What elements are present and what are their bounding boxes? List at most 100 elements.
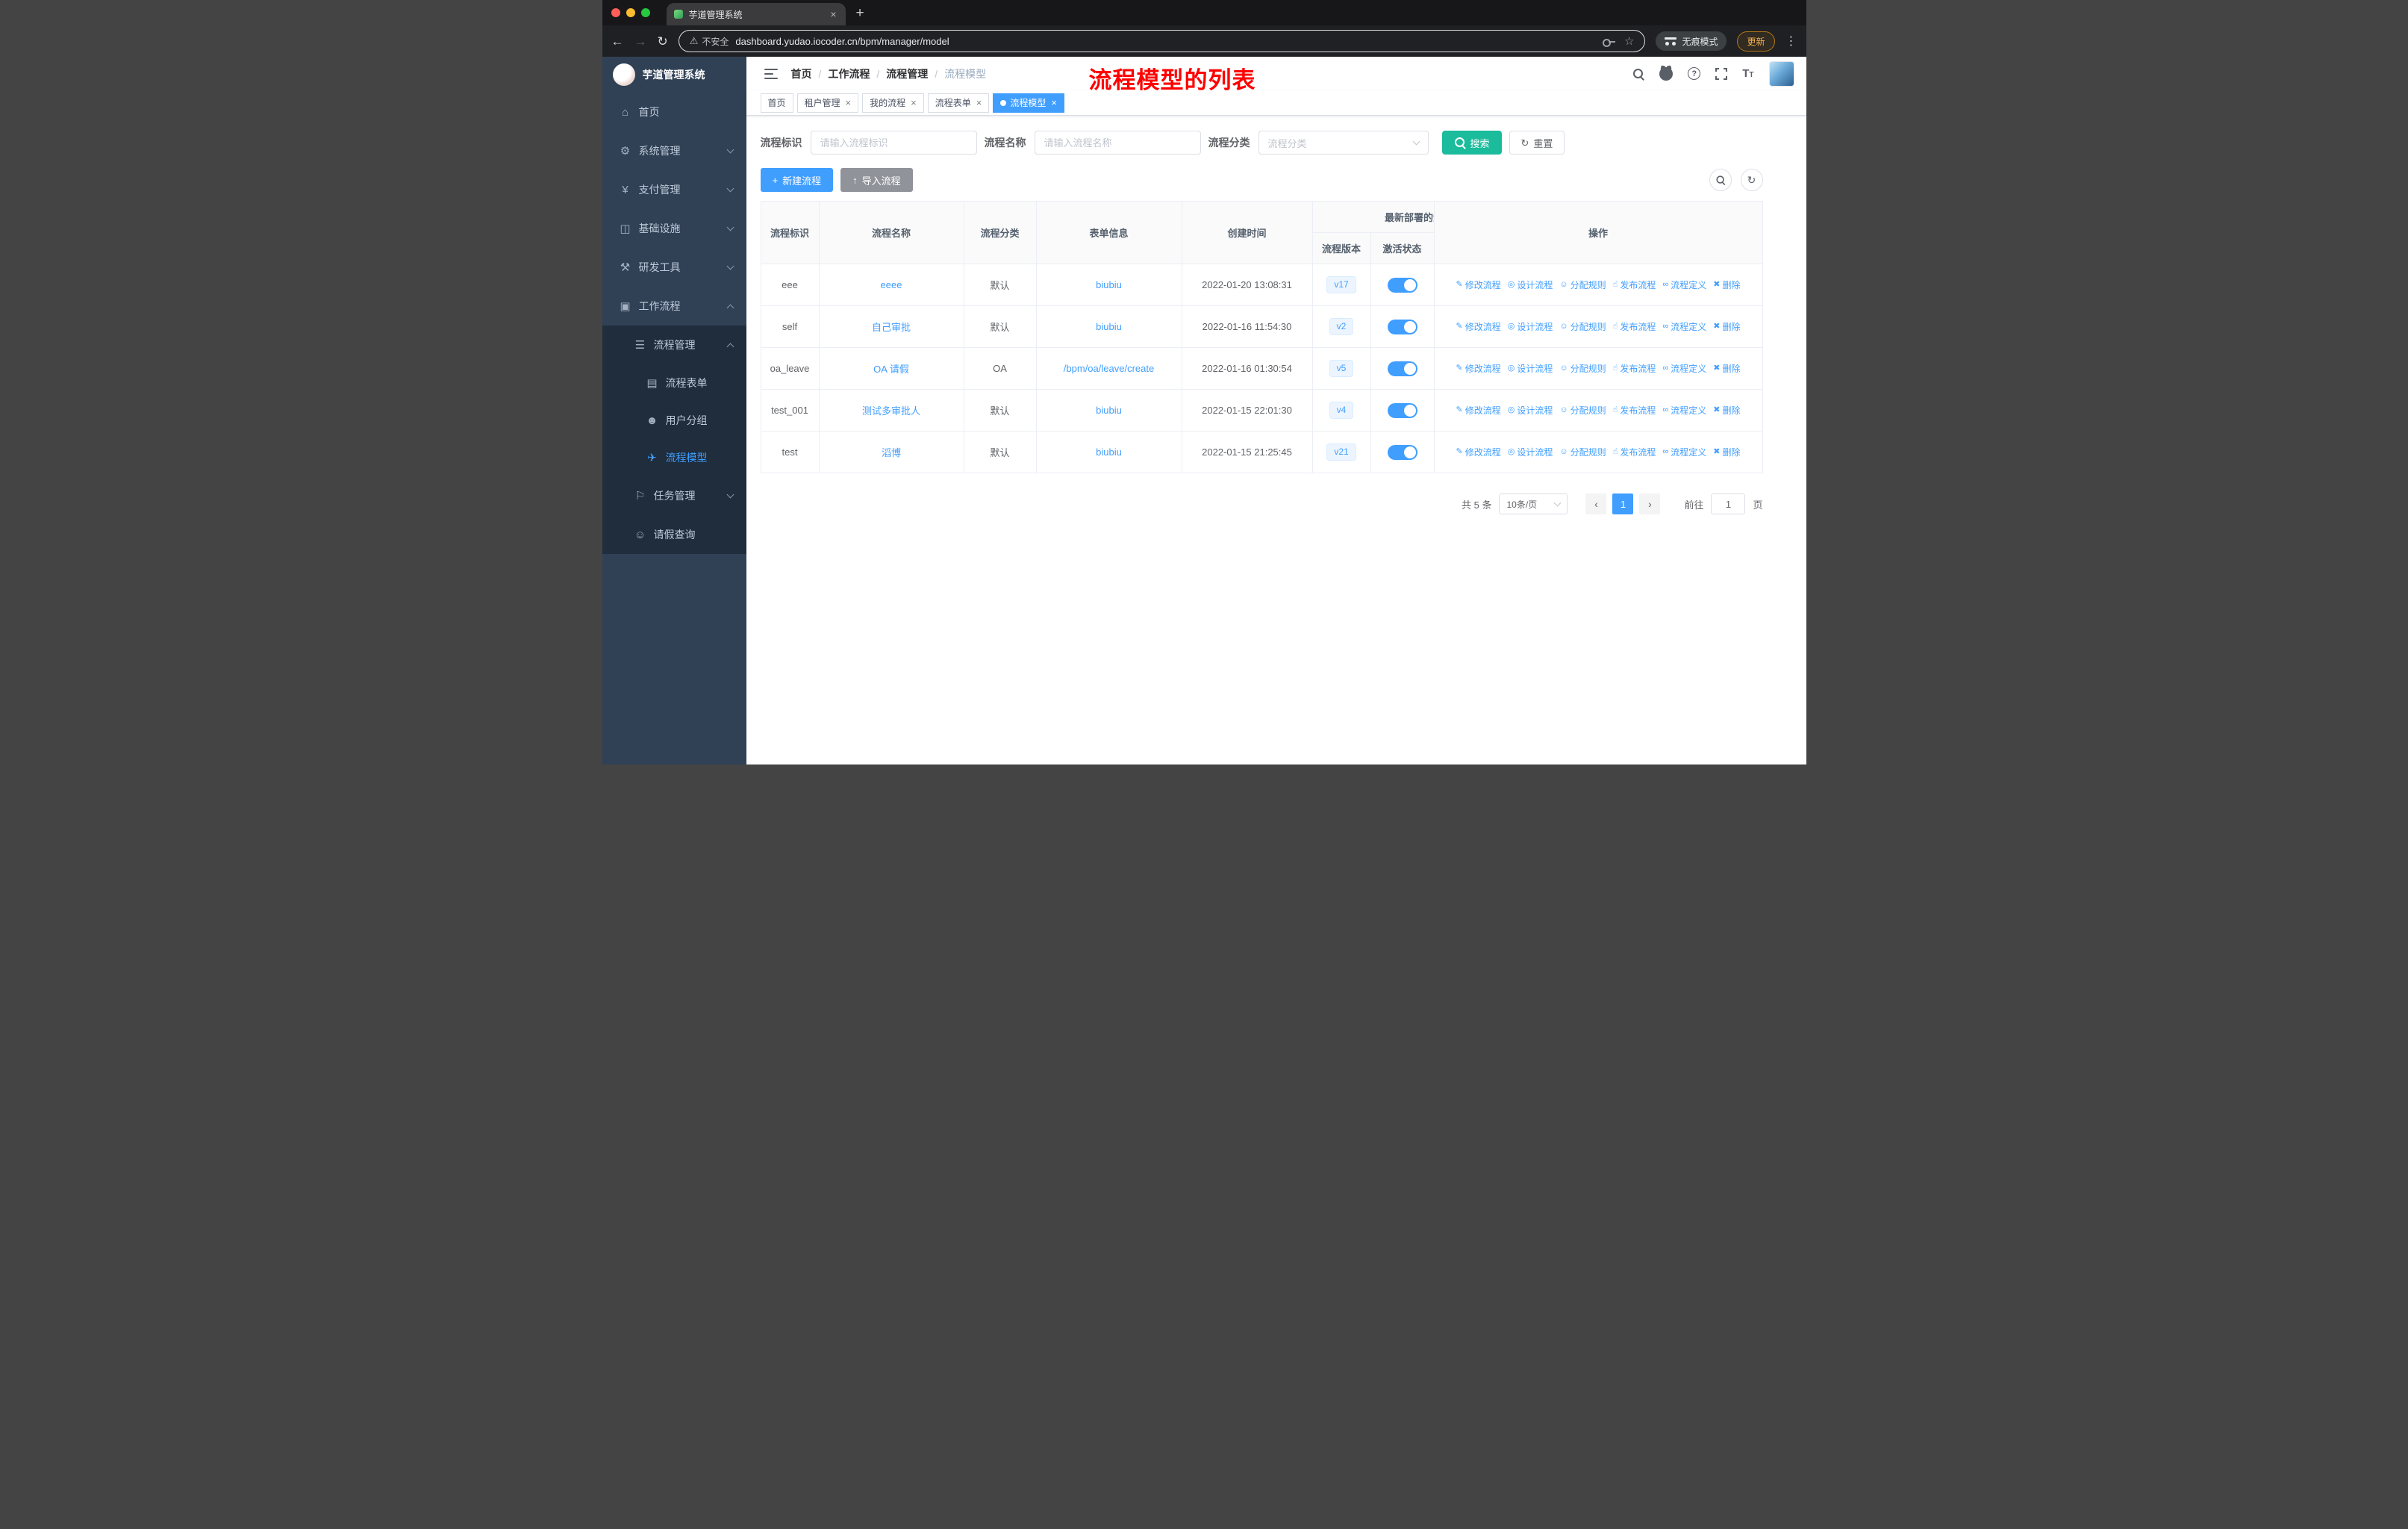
sidebar-item-payment-mgmt[interactable]: ¥ 支付管理 [602,170,746,209]
import-process-button[interactable]: ↑ 导入流程 [840,168,913,192]
breadcrumb-item[interactable]: 工作流程 [828,66,870,81]
sidebar-toggle-icon[interactable] [764,68,778,79]
sidebar-item-task-mgmt[interactable]: ⚐ 任务管理 [602,476,746,515]
action-assign-link[interactable]: ☺ 分配规则 [1559,362,1606,375]
active-toggle[interactable] [1387,319,1417,334]
goto-page-input[interactable] [1711,493,1746,514]
action-definition-link[interactable]: ∞ 流程定义 [1662,404,1706,417]
tab-close-icon[interactable]: × [829,8,838,20]
sidebar-item-infrastructure[interactable]: ◫ 基础设施 [602,209,746,248]
help-icon[interactable]: ? [1688,67,1701,80]
close-icon[interactable]: × [846,97,852,108]
form-info-link[interactable]: biubiu [1096,279,1122,290]
action-design-link[interactable]: ◎ 设计流程 [1508,278,1553,291]
action-edit-link[interactable]: ✎ 修改流程 [1456,446,1501,458]
search-icon[interactable] [1632,68,1644,80]
action-edit-link[interactable]: ✎ 修改流程 [1456,404,1501,417]
minimize-window-button[interactable] [626,8,635,17]
breadcrumb-item[interactable]: 流程管理 [886,66,928,81]
action-design-link[interactable]: ◎ 设计流程 [1508,446,1553,458]
process-name-link[interactable]: 自己审批 [872,322,911,333]
process-name-link[interactable]: 测试多审批人 [862,405,920,417]
tag-租户管理[interactable]: 租户管理 × [796,93,859,113]
action-delete-link[interactable]: ✖ 删除 [1713,278,1740,291]
sidebar-item-process-mgmt[interactable]: ☰ 流程管理 [602,326,746,364]
close-icon[interactable]: × [911,97,917,108]
action-definition-link[interactable]: ∞ 流程定义 [1662,446,1706,458]
page-size-select[interactable]: 10条/页 [1499,493,1568,514]
bookmark-star-icon[interactable]: ☆ [1624,34,1634,48]
password-key-icon[interactable] [1603,38,1616,47]
active-toggle[interactable] [1387,277,1417,293]
process-category-select[interactable]: 流程分类 [1258,131,1429,155]
action-assign-link[interactable]: ☺ 分配规则 [1559,278,1606,291]
action-design-link[interactable]: ◎ 设计流程 [1508,404,1553,417]
maximize-window-button[interactable] [640,8,650,17]
process-name-link[interactable]: eeee [881,279,902,290]
action-delete-link[interactable]: ✖ 删除 [1713,320,1740,333]
form-info-link[interactable]: /bpm/oa/leave/create [1064,363,1154,374]
action-edit-link[interactable]: ✎ 修改流程 [1456,362,1501,375]
browser-tab[interactable]: 芋道管理系统 × [666,3,846,25]
tag-首页[interactable]: 首页 [760,93,793,113]
action-assign-link[interactable]: ☺ 分配规则 [1559,320,1606,333]
form-info-link[interactable]: biubiu [1096,405,1122,416]
action-assign-link[interactable]: ☺ 分配规则 [1559,446,1606,458]
sidebar-item-leave-query[interactable]: ☺ 请假查询 [602,515,746,554]
back-button[interactable]: ← [611,35,624,48]
action-publish-link[interactable]: ☝ 发布流程 [1613,404,1656,417]
form-info-link[interactable]: biubiu [1096,446,1122,458]
action-definition-link[interactable]: ∞ 流程定义 [1662,362,1706,375]
action-edit-link[interactable]: ✎ 修改流程 [1456,278,1501,291]
action-edit-link[interactable]: ✎ 修改流程 [1456,320,1501,333]
create-process-button[interactable]: + 新建流程 [760,168,834,192]
browser-menu-icon[interactable]: ⋮ [1785,34,1797,49]
sidebar-item-dev-tools[interactable]: ⚒ 研发工具 [602,248,746,287]
tag-流程模型[interactable]: 流程模型 × [993,93,1064,113]
tag-流程表单[interactable]: 流程表单 × [927,93,990,113]
close-icon[interactable]: × [1051,97,1057,108]
address-bar[interactable]: ⚠ 不安全 dashboard.yudao.iocoder.cn/bpm/man… [678,30,1646,52]
breadcrumb-item[interactable]: 首页 [791,66,812,81]
action-design-link[interactable]: ◎ 设计流程 [1508,362,1553,375]
font-size-icon[interactable]: TT [1742,68,1753,79]
reset-button[interactable]: ↻ 重置 [1509,131,1565,155]
close-window-button[interactable] [611,8,620,17]
tag-我的流程[interactable]: 我的流程 × [862,93,924,113]
active-toggle[interactable] [1387,361,1417,376]
action-definition-link[interactable]: ∞ 流程定义 [1662,278,1706,291]
action-delete-link[interactable]: ✖ 删除 [1713,446,1740,458]
security-indicator[interactable]: ⚠ 不安全 [690,35,729,48]
browser-update-button[interactable]: 更新 [1737,31,1775,52]
action-assign-link[interactable]: ☺ 分配规则 [1559,404,1606,417]
sidebar-item-system-mgmt[interactable]: ⚙ 系统管理 [602,131,746,170]
current-page-button[interactable]: 1 [1612,493,1634,514]
process-name-link[interactable]: OA 请假 [873,364,909,375]
action-definition-link[interactable]: ∞ 流程定义 [1662,320,1706,333]
fullscreen-icon[interactable] [1714,66,1729,81]
new-tab-button[interactable]: + [856,6,864,20]
toggle-search-button[interactable] [1709,169,1732,191]
prev-page-button[interactable]: ‹ [1585,493,1607,514]
sidebar-item-user-group[interactable]: ☻ 用户分组 [602,402,746,439]
refresh-table-button[interactable]: ↻ [1740,169,1763,191]
active-toggle[interactable] [1387,402,1417,418]
form-info-link[interactable]: biubiu [1096,321,1122,332]
process-name-input[interactable] [1034,131,1201,155]
process-key-input[interactable] [810,131,977,155]
action-publish-link[interactable]: ☝ 发布流程 [1613,278,1656,291]
next-page-button[interactable]: › [1639,493,1661,514]
sidebar-item-process-form[interactable]: ▤ 流程表单 [602,364,746,402]
action-design-link[interactable]: ◎ 设计流程 [1508,320,1553,333]
close-icon[interactable]: × [976,97,982,108]
action-publish-link[interactable]: ☝ 发布流程 [1613,362,1656,375]
user-avatar[interactable] [1768,60,1794,87]
github-icon[interactable] [1659,66,1674,81]
reload-button[interactable]: ↻ [658,35,668,48]
action-publish-link[interactable]: ☝ 发布流程 [1613,320,1656,333]
action-delete-link[interactable]: ✖ 删除 [1713,404,1740,417]
sidebar-item-workflow[interactable]: ▣ 工作流程 [602,287,746,326]
action-publish-link[interactable]: ☝ 发布流程 [1613,446,1656,458]
sidebar-item-process-model[interactable]: ✈ 流程模型 [602,439,746,476]
active-toggle[interactable] [1387,444,1417,460]
